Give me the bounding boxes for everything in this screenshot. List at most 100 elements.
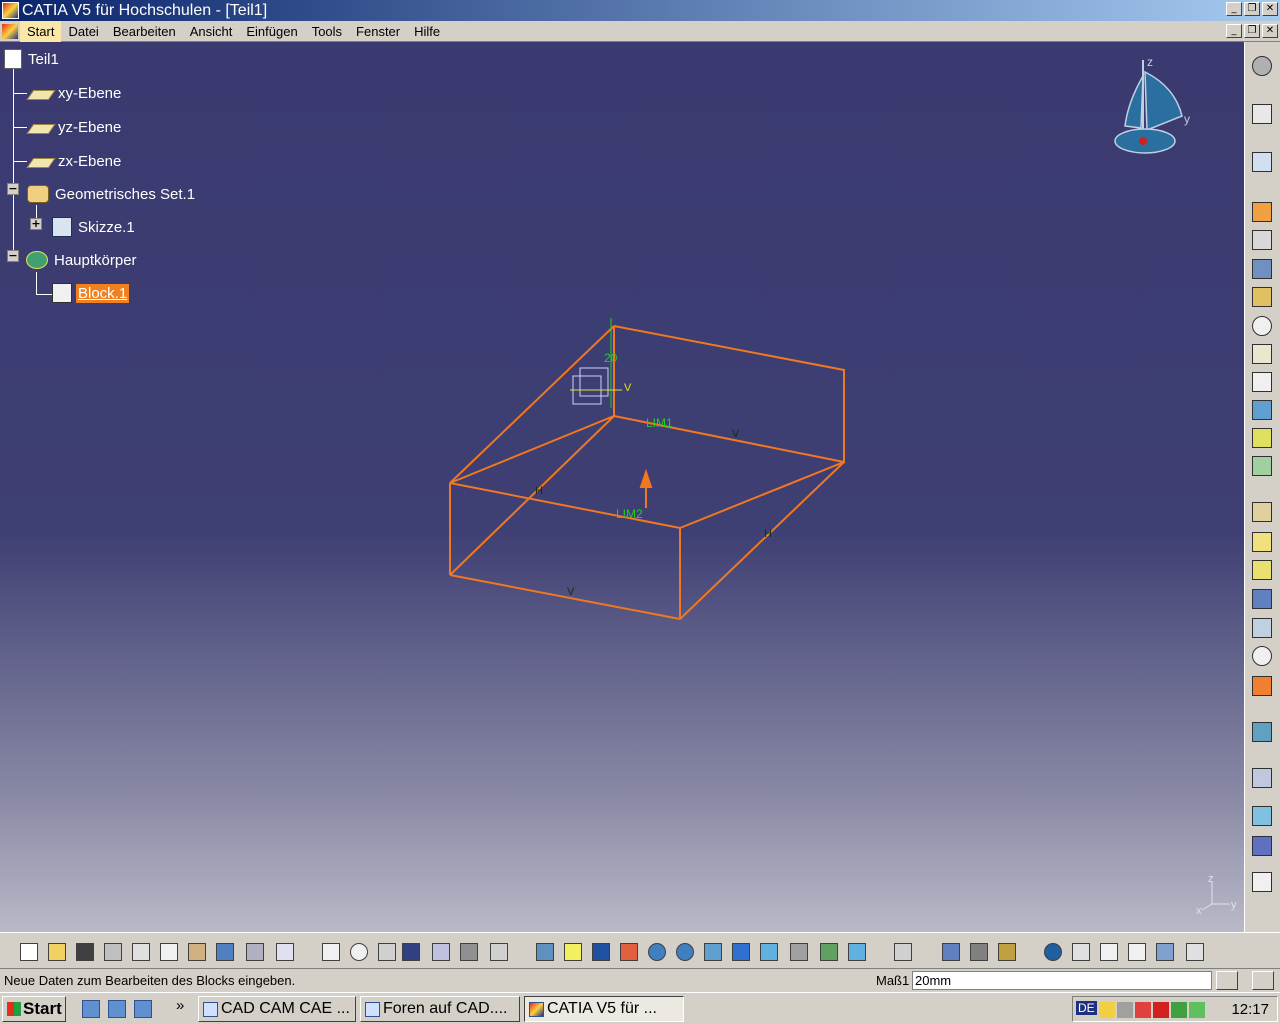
shaft-icon[interactable]: [1252, 259, 1274, 281]
comment-icon[interactable]: [348, 941, 370, 963]
menu-hilfe[interactable]: Hilfe: [407, 21, 447, 42]
fit-all-icon[interactable]: [562, 941, 584, 963]
snap-icon[interactable]: [1184, 941, 1206, 963]
material-icon[interactable]: [996, 941, 1018, 963]
hand-icon[interactable]: [1042, 941, 1064, 963]
restore-button[interactable]: ❐: [1244, 2, 1260, 16]
undo-icon[interactable]: [214, 941, 236, 963]
reorder-icon[interactable]: [488, 941, 510, 963]
copy-icon[interactable]: [158, 941, 180, 963]
formula-icon[interactable]: [320, 941, 342, 963]
block-edge[interactable]: [449, 415, 615, 484]
zoom-out-icon[interactable]: [674, 941, 696, 963]
constraint-icon[interactable]: [1098, 941, 1120, 963]
fly-mode-icon[interactable]: [534, 941, 556, 963]
view-icon[interactable]: [1252, 872, 1274, 894]
network-icon[interactable]: [1117, 1002, 1133, 1018]
compass[interactable]: z y: [1114, 55, 1190, 154]
swap-visible-icon[interactable]: [846, 941, 868, 963]
block-edge-top[interactable]: [613, 325, 845, 464]
doc-minimize-button[interactable]: _: [1226, 24, 1242, 38]
mirror-icon[interactable]: [1252, 722, 1274, 744]
monitor-tray-icon[interactable]: [1189, 1002, 1205, 1018]
loft-icon[interactable]: [1252, 428, 1274, 450]
iso-view-icon[interactable]: [758, 941, 780, 963]
security-shield-icon[interactable]: [1099, 1002, 1115, 1018]
lock-icon[interactable]: [458, 941, 480, 963]
update-tray-icon[interactable]: [1171, 1002, 1187, 1018]
menu-tools[interactable]: Tools: [305, 21, 349, 42]
measure-between-icon[interactable]: [968, 941, 990, 963]
print-icon[interactable]: [102, 941, 124, 963]
pad-icon[interactable]: [1252, 202, 1274, 224]
block-edge[interactable]: [449, 415, 615, 576]
draft-icon[interactable]: [1252, 560, 1274, 582]
update-icon[interactable]: [892, 941, 914, 963]
task-button-cad-cam[interactable]: CAD CAM CAE ...: [198, 996, 356, 1022]
axis-system-icon[interactable]: [1070, 941, 1092, 963]
document-system-icon[interactable]: [2, 24, 18, 39]
translate-icon[interactable]: [1252, 676, 1274, 698]
hole-icon[interactable]: [1252, 316, 1274, 338]
3d-viewport[interactable]: Teil1 xy-Ebene yz-Ebene zx-Ebene − Geome…: [0, 42, 1244, 932]
normal-view-icon[interactable]: [702, 941, 724, 963]
sketcher-icon[interactable]: [1252, 152, 1274, 174]
fillet-icon[interactable]: [1252, 502, 1274, 524]
hide-show-icon[interactable]: [818, 941, 840, 963]
knowledge-icon[interactable]: [376, 941, 398, 963]
task-button-foren[interactable]: Foren auf CAD....: [360, 996, 520, 1022]
model-geometry[interactable]: 20 LIM1 LIM2 V V H H V z y z y x: [0, 42, 1244, 932]
remove-loft-icon[interactable]: [1252, 456, 1274, 478]
dimension-label[interactable]: 20: [604, 351, 618, 365]
minimize-button[interactable]: _: [1226, 2, 1242, 16]
scale-icon[interactable]: [1252, 806, 1274, 828]
direction-arrowhead[interactable]: [639, 468, 653, 488]
doc-close-button[interactable]: ✕: [1262, 24, 1278, 38]
pan-icon[interactable]: [590, 941, 612, 963]
thickness-icon[interactable]: [1252, 618, 1274, 640]
menu-datei[interactable]: Datei: [61, 21, 105, 42]
paste-icon[interactable]: [186, 941, 208, 963]
start-button[interactable]: Start: [2, 996, 66, 1022]
limit-1-label[interactable]: LIM1: [646, 416, 673, 430]
table-icon[interactable]: [400, 941, 422, 963]
zoom-in-icon[interactable]: [646, 941, 668, 963]
split-icon[interactable]: [1252, 836, 1274, 858]
doc-restore-button[interactable]: ❐: [1244, 24, 1260, 38]
status-clipboard-button[interactable]: [1216, 971, 1238, 990]
menu-ansicht[interactable]: Ansicht: [183, 21, 240, 42]
stiffener-icon[interactable]: [1252, 400, 1274, 422]
groove-icon[interactable]: [1252, 287, 1274, 309]
language-indicator[interactable]: DE: [1076, 1001, 1097, 1015]
acrobat-icon[interactable]: [1153, 1002, 1169, 1018]
grid-icon[interactable]: [1126, 941, 1148, 963]
rotate-icon[interactable]: [618, 941, 640, 963]
outlook-quicklaunch-icon[interactable]: [108, 1000, 126, 1018]
menu-einfuegen[interactable]: Einfügen: [239, 21, 304, 42]
chamfer-icon[interactable]: [1252, 532, 1274, 554]
open-file-icon[interactable]: [46, 941, 68, 963]
thread-icon[interactable]: [1252, 646, 1274, 668]
word-quicklaunch-icon[interactable]: [134, 1000, 152, 1018]
pattern-icon[interactable]: [1252, 768, 1274, 790]
volume-icon[interactable]: [1135, 1002, 1151, 1018]
save-icon[interactable]: [74, 941, 96, 963]
close-button[interactable]: ✕: [1262, 2, 1278, 16]
select-icon[interactable]: [1252, 104, 1274, 126]
whats-this-icon[interactable]: [274, 941, 296, 963]
status-stop-button[interactable]: [1252, 971, 1274, 990]
menu-fenster[interactable]: Fenster: [349, 21, 407, 42]
ie-quicklaunch-icon[interactable]: [82, 1000, 100, 1018]
shell-icon[interactable]: [1252, 589, 1274, 611]
multi-view-icon[interactable]: [730, 941, 752, 963]
task-button-catia[interactable]: CATIA V5 für ...: [524, 996, 684, 1022]
shading-icon[interactable]: [788, 941, 810, 963]
settings-icon[interactable]: [1252, 56, 1274, 78]
cut-icon[interactable]: [130, 941, 152, 963]
rib-icon[interactable]: [1252, 344, 1274, 366]
menu-start[interactable]: Start: [20, 21, 62, 42]
dimension-input[interactable]: [912, 971, 1212, 990]
slot-icon[interactable]: [1252, 372, 1274, 394]
pocket-icon[interactable]: [1252, 230, 1274, 252]
measure-icon[interactable]: [940, 941, 962, 963]
